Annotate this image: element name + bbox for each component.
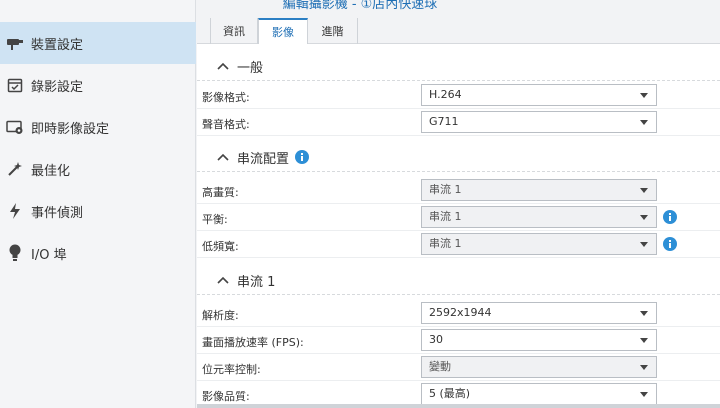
sidebar-item-io-port[interactable]: I/O 埠 [0,232,196,274]
select-value: G711 [429,115,459,128]
magic-wand-icon [6,160,24,178]
sidebar-item-device-settings[interactable]: 裝置設定 [0,22,196,64]
chevron-up-icon [217,153,229,161]
row-label: 位元率控制: [202,363,261,376]
sidebar-item-label: 事件偵測 [31,205,84,221]
tab-label: 影像 [272,26,294,39]
select-value: 串流 1 [429,237,462,250]
select-value: 5 (最高) [429,387,471,400]
row-label: 影像品質: [202,390,250,403]
info-icon[interactable] [663,237,677,251]
select-value: H.264 [429,88,462,101]
sidebar-item-label: 即時影像設定 [31,121,110,137]
bitrate-control-select[interactable]: 變動 [421,356,657,378]
chevron-down-icon [640,392,648,397]
sidebar-item-live-view-settings[interactable]: 即時影像設定 [0,106,196,148]
section-general-header[interactable]: 一般 [197,51,720,81]
fps-select[interactable]: 30 [421,329,657,351]
section-title: 串流配置 [237,152,290,167]
chevron-down-icon [640,215,648,220]
tab-video[interactable]: 影像 [258,18,308,44]
sidebar-item-optimization[interactable]: 最佳化 [0,148,196,190]
section-title: 串流 1 [237,275,276,290]
tab-bar: 資訊 影像 進階 [197,10,720,44]
sidebar-item-label: I/O 埠 [31,247,67,263]
chevron-down-icon [640,93,648,98]
row-label: 高畫質: [202,186,239,199]
chevron-up-icon [217,62,229,70]
sidebar-item-recording-settings[interactable]: 錄影設定 [0,64,196,106]
chevron-down-icon [640,242,648,247]
setting-row-video-format: 影像格式: H.264 [197,82,720,109]
select-value: 2592x1944 [429,306,492,319]
row-label: 畫面播放速率 (FPS): [202,336,304,349]
image-quality-select[interactable]: 5 (最高) [421,383,657,405]
setting-row-low-bandwidth: 低頻寬: 串流 1 [197,231,720,258]
resolution-select[interactable]: 2592x1944 [421,302,657,324]
section-title: 一般 [237,61,264,76]
sidebar-item-label: 錄影設定 [31,79,84,95]
sidebar-item-label: 最佳化 [31,163,71,179]
select-value: 變動 [429,360,451,373]
select-value: 串流 1 [429,183,462,196]
setting-row-audio-format: 聲音格式: G711 [197,109,720,136]
info-icon[interactable] [295,150,309,164]
row-label: 聲音格式: [202,118,250,131]
row-label: 解析度: [202,309,239,322]
chevron-down-icon [640,365,648,370]
lightbulb-icon [6,244,24,262]
audio-format-select[interactable]: G711 [421,111,657,133]
calendar-check-icon [6,76,24,94]
low-bandwidth-stream-select[interactable]: 串流 1 [421,233,657,255]
video-format-select[interactable]: H.264 [421,84,657,106]
chevron-down-icon [640,188,648,193]
device-settings-icon [6,34,24,52]
setting-row-bitrate-control: 位元率控制: 變動 [197,354,720,381]
settings-content: 一般 影像格式: H.264 聲音格式: G711 串流配置 高畫質: 串流 1… [197,44,720,408]
section-stream1-header[interactable]: 串流 1 [197,265,720,295]
tab-info[interactable]: 資訊 [210,18,258,44]
row-label: 影像格式: [202,91,250,104]
sidebar-item-label: 裝置設定 [31,37,84,53]
sidebar-item-event-detection[interactable]: 事件偵測 [0,190,196,232]
tab-label: 進階 [321,25,344,38]
lightning-icon [6,202,24,220]
sidebar: 裝置設定 錄影設定 即時影像設定 最佳化 事件偵測 I/O 埠 [0,0,196,408]
setting-row-high-quality: 高畫質: 串流 1 [197,177,720,204]
setting-row-fps: 畫面播放速率 (FPS): 30 [197,327,720,354]
row-label: 平衡: [202,213,228,226]
tab-advanced[interactable]: 進階 [308,18,358,44]
chevron-up-icon [217,276,229,284]
chevron-down-icon [640,311,648,316]
section-stream-config-header[interactable]: 串流配置 [197,142,720,172]
high-quality-stream-select[interactable]: 串流 1 [421,179,657,201]
info-icon[interactable] [663,210,677,224]
row-label: 低頻寬: [202,240,239,253]
select-value: 串流 1 [429,210,462,223]
bottom-edge [197,404,720,408]
setting-row-resolution: 解析度: 2592x1944 [197,300,720,327]
tab-label: 資訊 [223,25,245,38]
live-view-icon [6,118,24,136]
chevron-down-icon [640,338,648,343]
chevron-down-icon [640,120,648,125]
main-panel: 資訊 影像 進階 一般 影像格式: H.264 聲音格式: G711 串流配置 … [197,10,720,408]
balanced-stream-select[interactable]: 串流 1 [421,206,657,228]
setting-row-balanced: 平衡: 串流 1 [197,204,720,231]
select-value: 30 [429,333,443,346]
